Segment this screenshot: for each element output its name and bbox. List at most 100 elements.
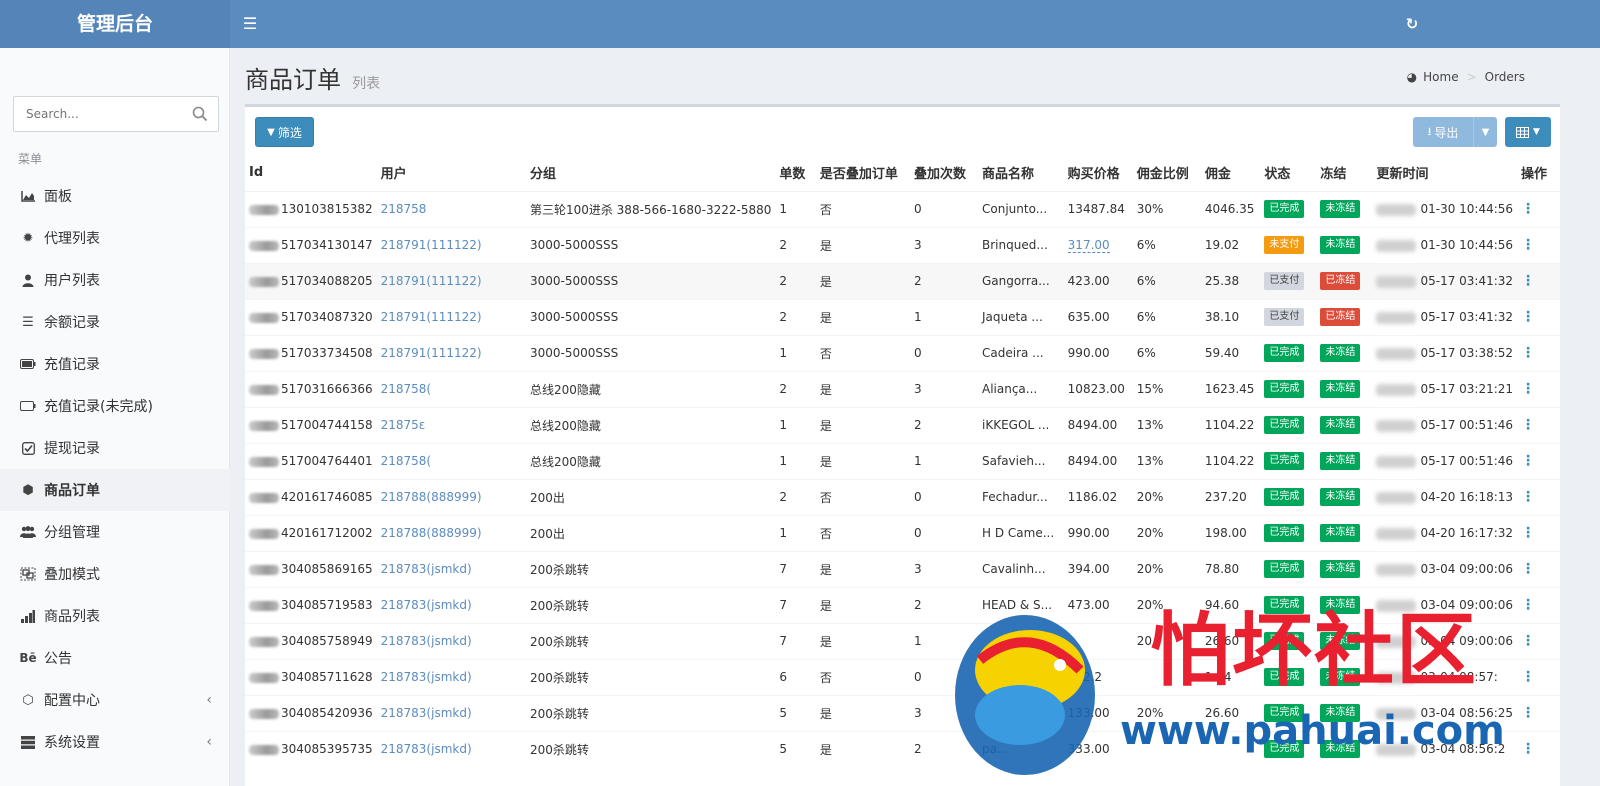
table-row[interactable]: 517034130147 218791(111122) 3000-5000SSS 2 是…: [245, 226, 1560, 263]
brand-logo[interactable]: 管理后台: [0, 0, 230, 48]
user-link[interactable]: 218783(jsmkd): [381, 670, 472, 684]
more-vertical-icon[interactable]: ⋮: [1521, 417, 1535, 433]
more-vertical-icon[interactable]: ⋮: [1521, 489, 1535, 505]
filter-button[interactable]: ▼ 筛选: [255, 117, 314, 147]
table-row[interactable]: 517031666366 218758(总线200隐藏 2 是 3 Aliança... 1…: [245, 370, 1560, 407]
column-header[interactable]: 佣金: [1200, 155, 1261, 192]
columns-toggle-button[interactable]: ▼: [1505, 117, 1551, 147]
column-header[interactable]: Id: [245, 155, 377, 192]
column-header[interactable]: 更新时间: [1372, 155, 1518, 192]
sidebar-item-system-settings[interactable]: 系统设置 ‹: [0, 721, 230, 763]
sidebar-item-config-center[interactable]: ⬡ 配置中心 ‹: [0, 679, 230, 721]
user-link[interactable]: 218791(111122): [381, 274, 482, 288]
sidebar-search-input[interactable]: [14, 97, 174, 131]
user-link[interactable]: 218791(111122): [381, 238, 482, 252]
column-header[interactable]: 佣金比例: [1132, 155, 1201, 192]
user-link[interactable]: 218783(jsmkd): [381, 742, 472, 756]
refresh-icon[interactable]: ↻: [1402, 14, 1422, 34]
column-header[interactable]: 状态: [1260, 155, 1317, 192]
user-cell: 218758: [376, 190, 526, 227]
more-vertical-icon[interactable]: ⋮: [1521, 561, 1535, 577]
sidebar-item-users[interactable]: 用户列表: [0, 259, 230, 301]
table-row[interactable]: 517004744158 21875ε 总线200隐藏 1 是 2 iKKEGOL ... 8…: [245, 406, 1560, 443]
sidebar-item-stack-mode[interactable]: 叠加模式: [0, 553, 230, 595]
table-row[interactable]: 517033734508 218791(111122) 3000-5000SSS 1 否…: [245, 334, 1560, 371]
more-vertical-icon[interactable]: ⋮: [1521, 453, 1535, 469]
user-link[interactable]: 218788(888999): [381, 490, 482, 504]
sidebar-item-recharge-pending[interactable]: 充值记录(未完成): [0, 385, 230, 427]
column-header[interactable]: 分组: [525, 155, 776, 192]
more-vertical-icon[interactable]: ⋮: [1521, 381, 1535, 397]
more-vertical-icon[interactable]: ⋮: [1521, 633, 1535, 649]
actions-cell: ⋮: [1517, 550, 1560, 587]
commission-cell: 4046.35: [1200, 190, 1261, 227]
column-header[interactable]: 冻结: [1316, 155, 1373, 192]
sidebar-item-balance-log[interactable]: ☰ 余额记录: [0, 301, 230, 343]
more-vertical-icon[interactable]: ⋮: [1521, 273, 1535, 289]
column-header[interactable]: 单数: [775, 155, 816, 192]
price-value[interactable]: 317.00: [1067, 238, 1110, 253]
user-link[interactable]: 218758(: [381, 382, 432, 396]
order-id-cell: 517004764401: [245, 442, 377, 479]
more-vertical-icon[interactable]: ⋮: [1521, 597, 1535, 613]
more-vertical-icon[interactable]: ⋮: [1521, 525, 1535, 541]
user-link[interactable]: 218788(888999): [381, 526, 482, 540]
redacted-mask: [1376, 383, 1417, 396]
more-vertical-icon[interactable]: ⋮: [1521, 237, 1535, 253]
column-header[interactable]: 商品名称: [978, 155, 1064, 192]
user-link[interactable]: 218791(111122): [381, 310, 482, 324]
export-dropdown-button[interactable]: ▼: [1473, 117, 1497, 147]
column-header[interactable]: 购买价格: [1063, 155, 1133, 192]
price-cell: 652.2: [1063, 658, 1133, 695]
user-link[interactable]: 218791(111122): [381, 346, 482, 360]
frozen-badge: 未冻结: [1320, 344, 1361, 362]
user-link[interactable]: 218783(jsmkd): [381, 562, 472, 576]
status-cell: 已完成: [1260, 478, 1317, 515]
more-vertical-icon[interactable]: ⋮: [1521, 345, 1535, 361]
sidebar-item-dashboard[interactable]: 面板: [0, 175, 230, 217]
search-icon[interactable]: [192, 106, 208, 122]
sidebar-item-agents[interactable]: ✹ 代理列表: [0, 217, 230, 259]
table-row[interactable]: 517034088205 218791(111122) 3000-5000SSS 2 是…: [245, 262, 1560, 299]
price-value: 8494.00: [1067, 418, 1118, 432]
frozen-cell: 已冻结: [1316, 262, 1373, 299]
column-header[interactable]: 用户: [376, 155, 526, 192]
table-row[interactable]: 420161712002 218788(888999) 200出 1 否 0 H D Cam…: [245, 514, 1560, 551]
table-row[interactable]: 304085869165 218783(jsmkd) 200杀跳转 7 是 3 Cavali…: [245, 550, 1560, 587]
commission-cell: 25.38: [1200, 262, 1261, 299]
user-link[interactable]: 21875ε: [381, 418, 426, 432]
price-value: 394.00: [1067, 562, 1110, 576]
more-vertical-icon[interactable]: ⋮: [1521, 705, 1535, 721]
count-cell: 7: [775, 550, 816, 587]
sidebar-item-withdraw-log[interactable]: 提现记录: [0, 427, 230, 469]
sidebar-item-products[interactable]: 商品列表: [0, 595, 230, 637]
user-link[interactable]: 218758(: [381, 454, 432, 468]
redacted-mask: [1376, 203, 1417, 216]
user-link[interactable]: 218783(jsmkd): [381, 634, 472, 648]
sidebar-item-groups[interactable]: 分组管理: [0, 511, 230, 553]
sidebar-toggle-icon[interactable]: ☰: [240, 14, 260, 34]
count-cell: 1: [775, 442, 816, 479]
sidebar-item-orders[interactable]: ⬢ 商品订单: [0, 469, 230, 511]
table-row[interactable]: 517034087320 218791(111122) 3000-5000SSS 2 是…: [245, 298, 1560, 335]
more-vertical-icon[interactable]: ⋮: [1521, 741, 1535, 757]
sidebar-item-recharge-log[interactable]: 充值记录: [0, 343, 230, 385]
redacted-mask: [249, 528, 279, 539]
breadcrumb-home[interactable]: Home: [1423, 70, 1458, 84]
more-vertical-icon[interactable]: ⋮: [1521, 201, 1535, 217]
more-vertical-icon[interactable]: ⋮: [1521, 309, 1535, 325]
more-vertical-icon[interactable]: ⋮: [1521, 669, 1535, 685]
status-cell: 未支付: [1260, 226, 1317, 263]
user-link[interactable]: 218783(jsmkd): [381, 598, 472, 612]
stacked-cell: 否: [815, 658, 910, 695]
sidebar-item-announcements[interactable]: Bē 公告: [0, 637, 230, 679]
table-row[interactable]: 517004764401 218758(总线200隐藏 1 是 1 Safavieh...…: [245, 442, 1560, 479]
user-link[interactable]: 218758: [381, 202, 427, 216]
column-header[interactable]: 是否叠加订单: [815, 155, 910, 192]
product-name-cell: Safavieh...: [978, 442, 1064, 479]
table-row[interactable]: 130103815382 218758 第三轮100进杀 388-566-1680-…: [245, 190, 1560, 227]
table-row[interactable]: 420161746085 218788(888999) 200出 2 否 0 Fechadu…: [245, 478, 1560, 515]
user-link[interactable]: 218783(jsmkd): [381, 706, 472, 720]
column-header[interactable]: 叠加次数: [909, 155, 978, 192]
export-button[interactable]: ⭳ 导出: [1413, 117, 1473, 147]
